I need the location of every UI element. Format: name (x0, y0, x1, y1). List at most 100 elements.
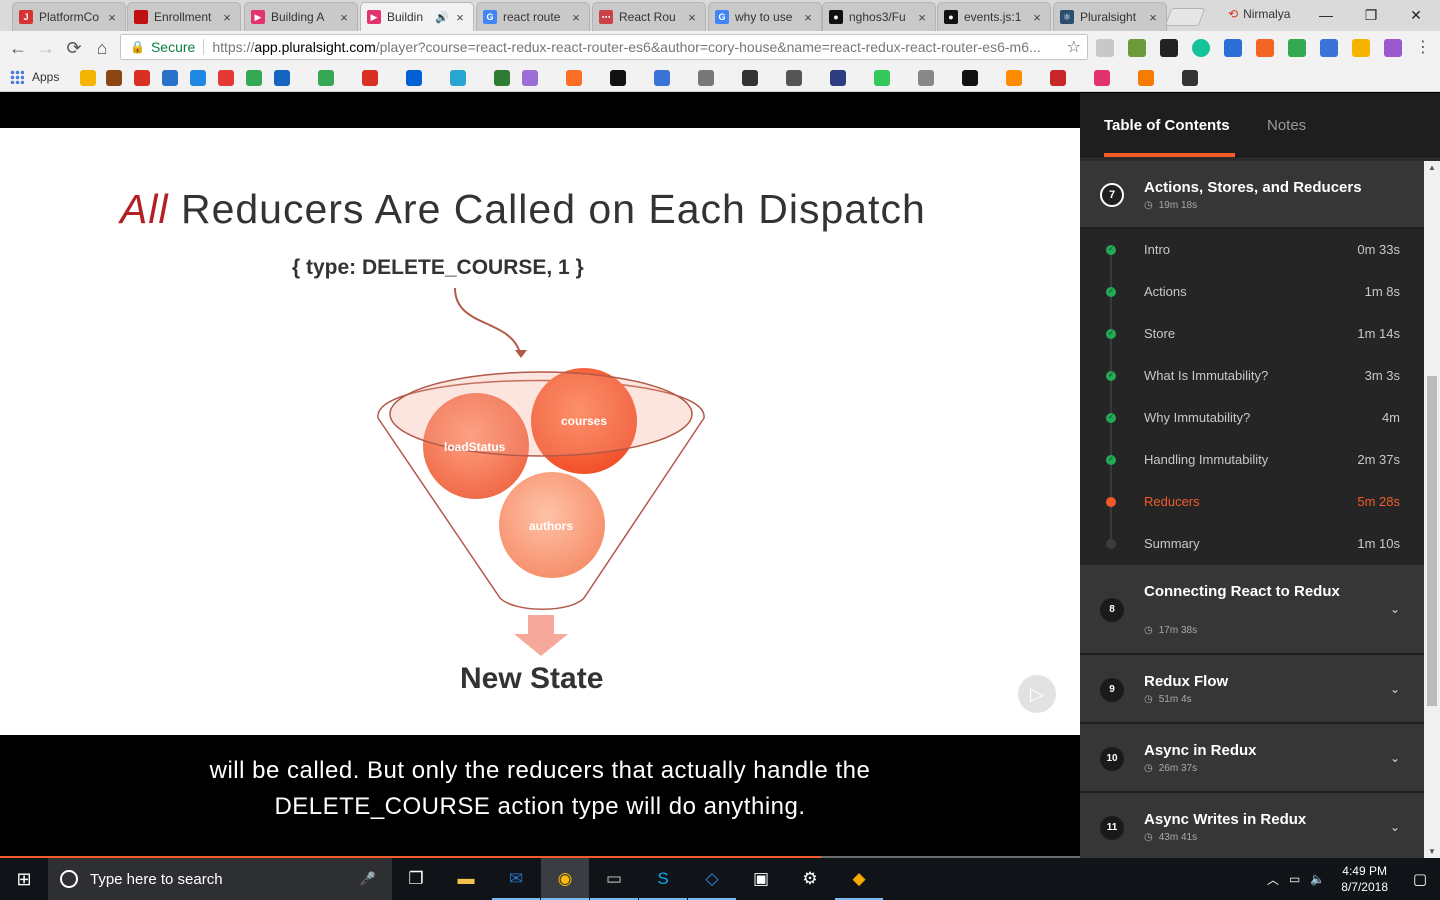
bookmark-star-icon[interactable]: ☆ (1067, 37, 1081, 57)
clock[interactable]: 4:49 PM 8/7/2018 (1341, 863, 1388, 895)
task-view-icon[interactable]: ❐ (392, 858, 440, 900)
chevron-down-icon[interactable]: ⌄ (1390, 682, 1400, 696)
minimize-button[interactable]: — (1304, 4, 1348, 26)
tab-close-icon[interactable]: × (801, 10, 815, 25)
scrollbar-thumb[interactable] (1427, 376, 1437, 706)
tab-close-icon[interactable]: × (1030, 10, 1044, 25)
browser-tab[interactable]: ● nghos3/Fu × (822, 2, 936, 31)
tab-audio-icon[interactable]: 🔊 (435, 11, 449, 24)
scroll-down-icon[interactable]: ▼ (1424, 847, 1440, 856)
tab-close-icon[interactable]: × (105, 10, 119, 25)
profile-button[interactable]: ⟲ Nirmalya (1228, 7, 1290, 21)
bookmark-icon[interactable] (1050, 70, 1066, 86)
extension-icon[interactable] (1128, 39, 1146, 57)
extension-icon[interactable] (1224, 39, 1242, 57)
module-header[interactable]: 11 Async Writes in Redux ◷ 43m 41s ⌄ (1080, 793, 1424, 858)
tab-notes[interactable]: Notes (1267, 117, 1306, 134)
browser-tab[interactable]: ● events.js:1 × (937, 2, 1051, 31)
extension-icon[interactable] (1160, 39, 1178, 57)
bookmark-icon[interactable] (918, 70, 934, 86)
module-header[interactable]: 8 Connecting React to Redux ◷ 17m 38s ⌄ (1080, 565, 1424, 655)
terminal-icon[interactable]: ▭ (590, 858, 638, 900)
tab-table-of-contents[interactable]: Table of Contents (1104, 117, 1230, 134)
bookmark-icon[interactable] (1138, 70, 1154, 86)
module-header[interactable]: 9 Redux Flow ◷ 51m 4s ⌄ (1080, 655, 1424, 724)
skype-icon[interactable]: S (639, 858, 687, 900)
tab-close-icon[interactable]: × (915, 10, 929, 25)
url-text[interactable]: https://app.pluralsight.com/player?cours… (212, 39, 1066, 55)
home-button[interactable]: ⌂ (90, 36, 114, 60)
browser-tab[interactable]: ⋯ React Rou × (592, 2, 706, 31)
bookmark-icon[interactable] (162, 70, 178, 86)
drive-icon[interactable] (1288, 39, 1306, 57)
tab-close-icon[interactable]: × (453, 10, 467, 25)
tray-chevron-icon[interactable]: ︿ (1267, 871, 1279, 888)
browser-tab[interactable]: Greact route × (476, 2, 590, 31)
clip-item[interactable]: ✓ What Is Immutability? 3m 3s (1080, 355, 1424, 397)
bookmark-icon[interactable] (190, 70, 206, 86)
bookmark-icon[interactable] (654, 70, 670, 86)
git-client-icon[interactable]: ◆ (835, 858, 883, 900)
apps-shortcut[interactable]: Apps (10, 70, 59, 84)
tab-close-icon[interactable]: × (337, 10, 351, 25)
tab-close-icon[interactable]: × (220, 10, 234, 25)
bookmark-icon[interactable] (698, 70, 714, 86)
video-player[interactable]: All Reducers Are Called on Each Dispatch… (0, 93, 1080, 860)
bookmark-icon[interactable] (1182, 70, 1198, 86)
browser-tab[interactable]: ▶ Building A × (244, 2, 358, 31)
bookmark-icon[interactable] (786, 70, 802, 86)
settings-icon[interactable]: ⚙ (786, 858, 834, 900)
clip-item[interactable]: ✓ Store 1m 14s (1080, 313, 1424, 355)
bookmark-icon[interactable] (494, 70, 510, 86)
bookmark-icon[interactable] (522, 70, 538, 86)
extension-icon[interactable] (1384, 39, 1402, 57)
bookmark-icon[interactable] (742, 70, 758, 86)
bookmark-icon[interactable] (218, 70, 234, 86)
file-explorer-icon[interactable]: ▬ (442, 858, 490, 900)
address-bar[interactable]: 🔒 Secure https://app.pluralsight.com/pla… (120, 34, 1088, 60)
extension-icon[interactable] (1256, 39, 1274, 57)
module-header[interactable]: 10 Async in Redux ◷ 26m 37s ⌄ (1080, 724, 1424, 793)
bookmark-icon[interactable] (566, 70, 582, 86)
menu-icon[interactable]: ⋮ (1414, 39, 1432, 57)
clip-item[interactable]: Reducers 5m 28s (1080, 481, 1424, 523)
clip-item[interactable]: ✓ Intro 0m 33s (1080, 229, 1424, 271)
bookmark-icon[interactable] (318, 70, 334, 86)
chevron-down-icon[interactable]: ⌄ (1390, 602, 1400, 616)
network-icon[interactable]: ▭ (1289, 872, 1300, 886)
grammarly-icon[interactable] (1192, 39, 1210, 57)
bookmark-icon[interactable] (274, 70, 290, 86)
bookmark-icon[interactable] (80, 70, 96, 86)
clip-item[interactable]: ✓ Actions 1m 8s (1080, 271, 1424, 313)
new-tab-button[interactable] (1164, 8, 1206, 26)
microphone-icon[interactable]: 🎤 (360, 871, 376, 887)
tab-close-icon[interactable]: × (685, 10, 699, 25)
browser-tab[interactable]: Gwhy to use × (708, 2, 822, 31)
bookmark-icon[interactable] (246, 70, 262, 86)
clip-item[interactable]: ✓ Handling Immutability 2m 37s (1080, 439, 1424, 481)
forward-button[interactable]: → (34, 36, 58, 60)
chrome-icon[interactable]: ◉ (541, 858, 589, 900)
notifications-icon[interactable]: ▢ (1400, 870, 1440, 888)
bookmark-icon[interactable] (362, 70, 378, 86)
chevron-down-icon[interactable]: ⌄ (1390, 751, 1400, 765)
clip-item[interactable]: ✓ Why Immutability? 4m (1080, 397, 1424, 439)
sidebar-scrollbar[interactable]: ▲ ▼ (1424, 161, 1440, 858)
vscode-icon[interactable]: ◇ (688, 858, 736, 900)
volume-icon[interactable]: 🔈 (1310, 872, 1325, 886)
bookmark-icon[interactable] (134, 70, 150, 86)
tab-close-icon[interactable]: × (1146, 10, 1160, 25)
close-window-button[interactable]: ✕ (1394, 4, 1438, 26)
scroll-up-icon[interactable]: ▲ (1424, 163, 1440, 172)
play-icon[interactable]: ▷ (1018, 675, 1056, 713)
tab-close-icon[interactable]: × (569, 10, 583, 25)
extension-icon[interactable] (1320, 39, 1338, 57)
bookmark-icon[interactable] (1006, 70, 1022, 86)
windows-start-icon[interactable]: ⊞ (0, 858, 48, 900)
bookmark-icon[interactable] (1094, 70, 1110, 86)
sticky-notes-icon[interactable]: ▣ (737, 858, 785, 900)
chevron-down-icon[interactable]: ⌄ (1390, 820, 1400, 834)
browser-tab[interactable]: Enrollment × (127, 2, 241, 31)
extension-icon[interactable] (1352, 39, 1370, 57)
module-header-current[interactable]: 7 Actions, Stores, and Reducers ◷ 19m 18s (1080, 161, 1424, 229)
